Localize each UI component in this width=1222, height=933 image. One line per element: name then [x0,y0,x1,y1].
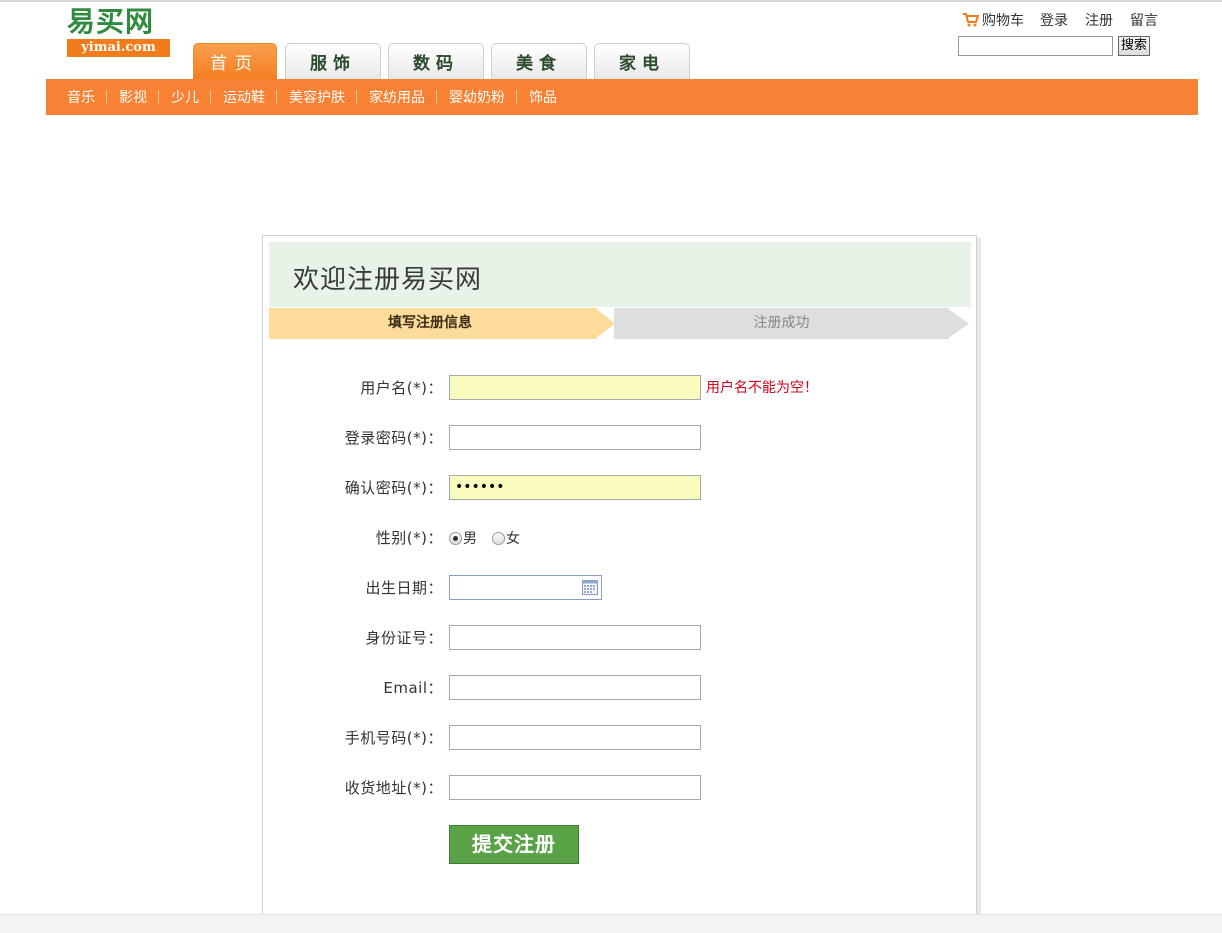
gender-female-radio[interactable] [492,531,505,545]
category-movies[interactable]: 影视 [119,87,147,107]
cart-label: 购物车 [982,13,1024,29]
tab-food[interactable]: 美食 [491,43,587,79]
email-row: Email： [263,675,978,701]
category-bar: 音乐 影视 少儿 运动鞋 美容护肤 家纺用品 婴幼奶粉 饰品 [46,79,1198,115]
address-row: 收货地址(*)： [263,775,978,801]
confirm-password-row: 确认密码(*)： •••••• [263,475,978,501]
id-number-input[interactable] [449,625,701,650]
step-current-label: 填写注册信息 [388,315,472,331]
step-current: 填写注册信息 [269,308,597,339]
top-border [0,0,1222,2]
site-logo[interactable]: 易买网 yimai.com [67,6,170,58]
gender-label: 性别(*)： [375,529,443,547]
bottom-strip [0,914,1222,933]
page-title: 欢迎注册易买网 [293,265,483,295]
gender-radio-group: 男 女 [449,525,535,551]
login-link[interactable]: 登录 [1040,10,1068,30]
search-input[interactable] [958,36,1113,56]
message-link[interactable]: 留言 [1130,10,1158,30]
registration-panel: 欢迎注册易买网 填写注册信息 注册成功 用户名(*)： 用户名不能为空！ 登录密… [262,235,977,925]
gender-male-label: 男 [463,531,477,547]
username-label: 用户名(*)： [360,379,443,397]
category-music[interactable]: 音乐 [67,87,95,107]
tab-digital[interactable]: 数码 [388,43,484,79]
gender-female-label: 女 [506,531,520,547]
birthday-row: 出生日期： [263,575,978,601]
category-divider [276,90,277,104]
category-home-textiles[interactable]: 家纺用品 [369,87,425,107]
panel-header: 欢迎注册易买网 [269,242,971,307]
mobile-row: 手机号码(*)： [263,725,978,751]
gender-row: 性别(*)： 男 女 [263,525,978,551]
mobile-label: 手机号码(*)： [344,729,443,747]
username-error: 用户名不能为空！ [706,380,818,396]
address-input[interactable] [449,775,701,800]
category-divider [516,90,517,104]
search-button[interactable]: 搜索 [1118,36,1150,56]
step-end-arrow-icon [947,308,969,339]
category-sneakers[interactable]: 运动鞋 [223,87,265,107]
tab-clothing[interactable]: 服饰 [285,43,381,79]
category-divider [210,90,211,104]
cart-link[interactable]: 购物车 [962,10,1024,30]
username-input[interactable] [449,375,701,400]
category-divider [436,90,437,104]
category-divider [158,90,159,104]
mobile-input[interactable] [449,725,701,750]
main-nav-tabs: 首页 服饰 数码 美食 家电 [193,43,697,79]
password-input[interactable] [449,425,701,450]
category-beauty[interactable]: 美容护肤 [289,87,345,107]
email-label: Email： [383,679,443,697]
calendar-icon[interactable] [582,580,598,595]
id-number-row: 身份证号： [263,625,978,651]
top-links: 购物车 登录 注册 留言 [962,10,1158,30]
password-row: 登录密码(*)： [263,425,978,451]
step-next: 注册成功 [614,308,949,339]
category-jewelry[interactable]: 饰品 [529,87,557,107]
tab-appliances[interactable]: 家电 [594,43,690,79]
step-next-label: 注册成功 [753,315,810,331]
address-label: 收货地址(*)： [344,779,443,797]
logo-english-text: yimai.com [67,39,170,57]
confirm-password-input[interactable]: •••••• [449,475,701,500]
cart-icon [963,13,979,27]
gender-male-radio[interactable] [449,531,462,545]
submit-register-button[interactable]: 提交注册 [449,825,579,864]
email-input[interactable] [449,675,701,700]
confirm-password-label: 确认密码(*)： [344,479,443,497]
category-divider [356,90,357,104]
password-label: 登录密码(*)： [344,429,443,447]
category-divider [106,90,107,104]
birthday-label: 出生日期： [365,579,443,597]
category-baby-formula[interactable]: 婴幼奶粉 [449,87,505,107]
tab-home[interactable]: 首页 [193,43,277,79]
logo-chinese-text: 易买网 [67,5,155,38]
progress-steps: 填写注册信息 注册成功 [269,308,971,339]
username-row: 用户名(*)： 用户名不能为空！ [263,375,978,401]
category-kids[interactable]: 少儿 [171,87,199,107]
register-link[interactable]: 注册 [1085,10,1113,30]
birthday-input[interactable] [449,575,602,600]
id-number-label: 身份证号： [365,629,443,647]
